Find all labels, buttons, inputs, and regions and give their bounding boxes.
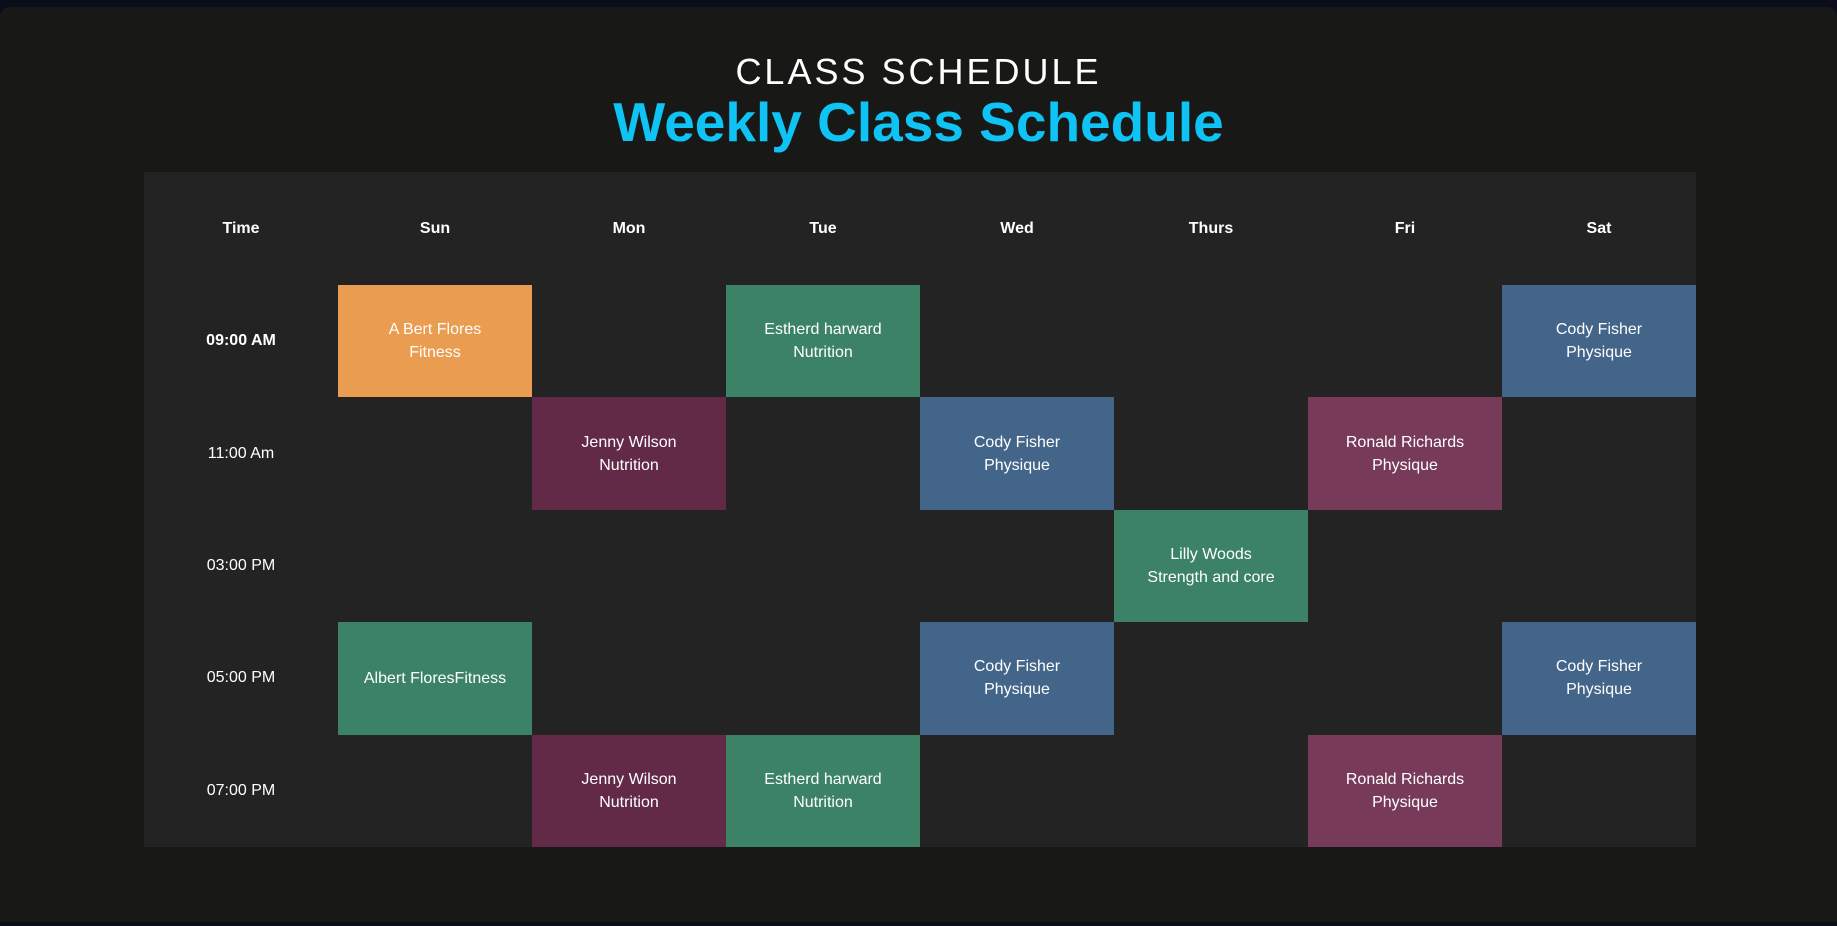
class-slot-sun[interactable]: Albert FloresFitness [338, 622, 532, 735]
column-header-mon: Mon [612, 219, 646, 237]
class-slot-fri[interactable]: Ronald Richards Physique [1308, 734, 1502, 847]
class-slot-sat[interactable]: Cody Fisher Physique [1502, 622, 1696, 735]
column-header-thurs: Thurs [1188, 219, 1234, 237]
column-header-wed: Wed [1000, 219, 1034, 237]
empty-slot-thurs [1114, 735, 1308, 847]
class-type: Physique [1566, 681, 1632, 699]
instructor-name: Cody Fisher [1555, 321, 1643, 339]
class-slot-sun[interactable]: A Bert Flores Fitness [338, 285, 532, 398]
empty-slot-wed [920, 510, 1114, 622]
instructor-name: Jenny Wilson [581, 433, 677, 451]
class-slot-tue[interactable]: Estherd harward Nutrition [726, 285, 920, 398]
empty-slot-mon [532, 622, 726, 734]
instructor-name: A Bert Flores [388, 321, 482, 339]
class-slot-tue[interactable]: Estherd harward Nutrition [726, 734, 920, 847]
empty-slot-tue [726, 510, 920, 622]
class-type: Nutrition [793, 344, 853, 362]
class-type: Physique [1372, 793, 1438, 811]
instructor-name: Estherd harward [764, 770, 882, 788]
column-header-fri: Fri [1394, 219, 1416, 237]
empty-slot-sat [1502, 397, 1696, 509]
empty-slot-mon [532, 510, 726, 622]
class-type: Physique [984, 456, 1050, 474]
class-slot-mon[interactable]: Jenny Wilson Nutrition [532, 734, 726, 847]
empty-slot-thurs [1114, 397, 1308, 509]
empty-slot-tue [726, 397, 920, 509]
instructor-name: Ronald Richards [1345, 433, 1465, 451]
empty-slot-wed [920, 735, 1114, 847]
class-type: Fitness [409, 344, 461, 362]
time-slot-label: 11:00 Am [207, 444, 275, 462]
class-slot-mon[interactable]: Jenny Wilson Nutrition [532, 397, 726, 510]
empty-slot-wed [920, 285, 1114, 397]
class-type: Physique [1372, 456, 1438, 474]
class-slot-wed[interactable]: Cody Fisher Physique [920, 622, 1114, 735]
empty-slot-sat [1502, 735, 1696, 847]
class-slot-fri[interactable]: Ronald Richards Physique [1308, 397, 1502, 510]
instructor-name: Estherd harward [764, 321, 882, 339]
class-slot-sat[interactable]: Cody Fisher Physique [1502, 285, 1696, 398]
page-container: CLASS SCHEDULE Weekly Class Schedule Tim… [0, 7, 1837, 922]
class-type: Physique [984, 681, 1050, 699]
column-header-sat: Sat [1586, 219, 1612, 237]
empty-slot-fri [1308, 285, 1502, 397]
empty-slot-fri [1308, 510, 1502, 622]
page-eyebrow: CLASS SCHEDULE [735, 51, 1102, 92]
column-header-tue: Tue [809, 219, 837, 237]
empty-slot-thurs [1114, 285, 1308, 397]
class-type: Strength and core [1147, 568, 1275, 586]
instructor-name: Lilly Woods [1170, 545, 1252, 563]
empty-slot-tue [726, 622, 920, 734]
time-slot-label: 03:00 PM [206, 556, 276, 574]
time-slot-label: 07:00 PM [206, 781, 276, 799]
page-title: Weekly Class Schedule [613, 91, 1224, 153]
schedule-table: Time Sun Mon Tue Wed Thurs Fri Sat 09:00… [144, 172, 1696, 847]
class-type: Nutrition [599, 793, 659, 811]
empty-slot-sat [1502, 510, 1696, 622]
instructor-name: Ronald Richards [1345, 770, 1465, 788]
empty-slot-sun [338, 735, 532, 847]
header: CLASS SCHEDULE Weekly Class Schedule [0, 54, 1837, 150]
instructor-name: Cody Fisher [973, 658, 1061, 676]
instructor-name: Cody Fisher [1555, 658, 1643, 676]
empty-slot-thurs [1114, 622, 1308, 734]
instructor-name: Albert FloresFitness [363, 669, 507, 687]
instructor-name: Jenny Wilson [581, 770, 677, 788]
class-type: Nutrition [793, 793, 853, 811]
empty-slot-sun [338, 510, 532, 622]
time-slot-label: 09:00 AM [206, 332, 276, 350]
column-header-time: Time [222, 219, 260, 237]
time-slot-label: 05:00 PM [206, 669, 276, 687]
empty-slot-mon [532, 285, 726, 397]
empty-slot-fri [1308, 622, 1502, 734]
instructor-name: Cody Fisher [973, 433, 1061, 451]
class-type: Nutrition [599, 456, 659, 474]
class-slot-wed[interactable]: Cody Fisher Physique [920, 397, 1114, 510]
class-slot-thurs[interactable]: Lilly Woods Strength and core [1114, 509, 1308, 623]
empty-slot-sun [338, 397, 532, 509]
class-type: Physique [1566, 344, 1632, 362]
column-header-sun: Sun [419, 219, 451, 237]
